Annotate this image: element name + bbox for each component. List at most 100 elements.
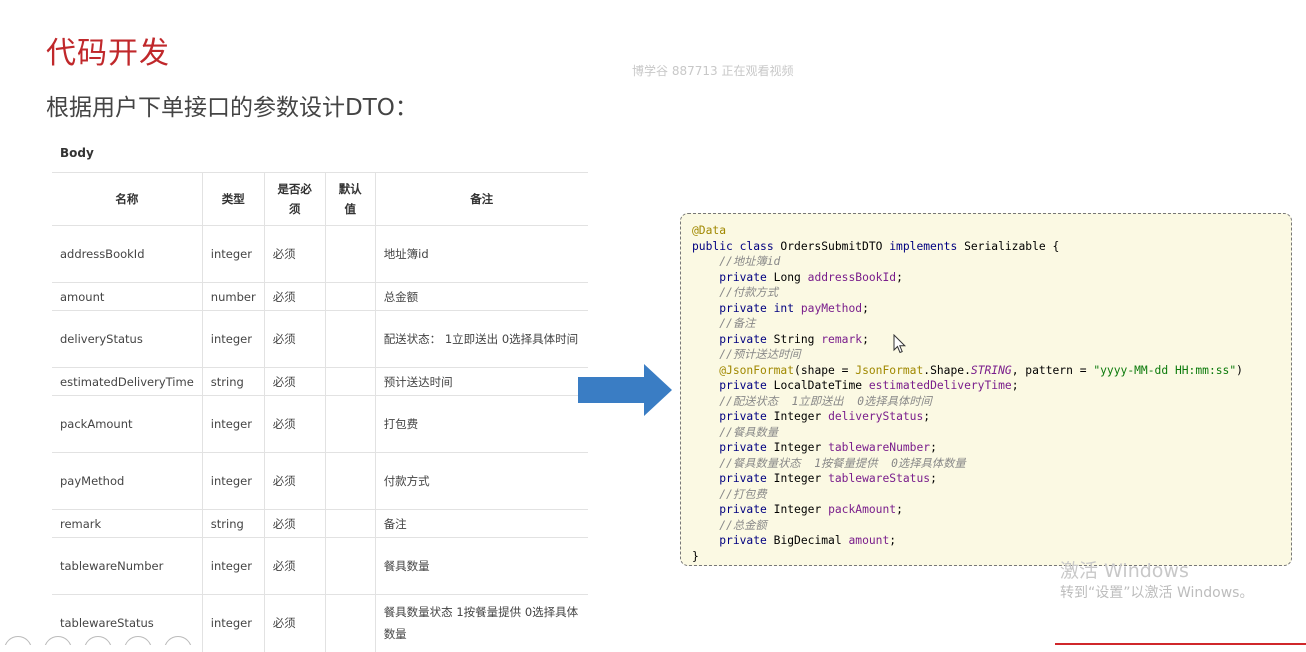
table-row: amount number 必须 总金额 (52, 282, 588, 311)
table-row: estimatedDeliveryTime string 必须 预计送达时间 (52, 367, 588, 396)
code-token: //付款方式 (719, 286, 779, 299)
code-token: "yyyy-MM-dd HH:mm:ss" (1093, 363, 1237, 377)
code-token: //餐具数量状态 1按餐量提供 0选择具体数量 (719, 456, 966, 470)
code-token: private (719, 534, 774, 547)
cell-required: 必须 (264, 395, 326, 453)
header-type: 类型 (202, 172, 265, 226)
cell-note: 预计送达时间 (375, 367, 588, 396)
code-token: , pattern = (1011, 363, 1094, 377)
body-section-label: Body (60, 146, 94, 160)
code-token: private (719, 332, 774, 346)
code-token: estimatedDeliveryTime (868, 379, 1012, 392)
cell-type: integer (202, 395, 265, 453)
cell-name: packAmount (52, 395, 203, 453)
code-snippet-box: @Data public class OrdersSubmitDTO imple… (680, 213, 1292, 566)
control-circle-icon[interactable] (164, 636, 192, 645)
cell-type: string (202, 367, 265, 396)
control-circle-icon[interactable] (44, 636, 72, 645)
right-arrow-icon (578, 364, 672, 416)
table-row: packAmount integer 必须 打包费 (52, 395, 588, 453)
code-token: //总金额 (719, 518, 767, 532)
code-token: private (719, 379, 774, 392)
cell-required: 必须 (264, 282, 326, 311)
table-row: payMethod integer 必须 付款方式 (52, 452, 588, 510)
control-circle-icon[interactable] (4, 636, 32, 645)
code-token: ; (930, 472, 937, 485)
code-token: OrdersSubmitDTO (780, 239, 890, 253)
code-token: JsonFormat (855, 363, 924, 377)
cell-default (325, 509, 376, 538)
mouse-cursor-icon (893, 334, 907, 354)
cell-type: integer (202, 537, 265, 595)
code-token: ; (923, 410, 931, 423)
code-token: //地址簿id (719, 255, 781, 268)
code-token: //预计送达时间 (719, 348, 801, 361)
cell-default (325, 282, 376, 311)
cell-note: 打包费 (375, 395, 588, 453)
header-required: 是否必须 (264, 172, 326, 226)
cell-type: string (202, 509, 265, 538)
viewer-watermark: 博学谷 887713 正在观看视频 (632, 64, 794, 78)
cell-default (325, 225, 376, 283)
code-token: tablewareNumber (828, 441, 931, 454)
cell-required: 必须 (264, 537, 326, 595)
cell-note: 餐具数量状态 1按餐量提供 0选择具体数量 (375, 594, 588, 652)
windows-activation-watermark: 激活 Windows (1060, 560, 1189, 582)
code-token: Integer (773, 503, 829, 516)
table-row: remark string 必须 备注 (52, 509, 588, 538)
cell-type: integer (202, 594, 265, 652)
code-token: Integer (773, 472, 829, 485)
code-token: deliveryStatus (828, 410, 924, 423)
code-token: ; (862, 332, 869, 346)
code-token: Long (773, 270, 808, 284)
slide-title: 代码开发 (46, 36, 170, 71)
table-row: deliveryStatus integer 必须 配送状态： 1立即送出 0选择具体… (52, 310, 588, 368)
code-token: LocalDateTime (773, 379, 869, 392)
cell-note: 付款方式 (375, 452, 588, 510)
code-token: BigDecimal (773, 534, 849, 547)
cell-name: addressBookId (52, 225, 203, 283)
code-token: ; (1011, 379, 1019, 392)
code-token: payMethod (800, 301, 863, 315)
code-token: String (773, 332, 822, 346)
code-token: //餐具数量 (719, 425, 779, 439)
cell-type: integer (202, 452, 265, 510)
cell-required: 必须 (264, 509, 326, 538)
code-token: amount (848, 534, 890, 547)
header-note: 备注 (375, 172, 588, 226)
code-token: tablewareStatus (828, 472, 931, 485)
cell-name: deliveryStatus (52, 310, 203, 368)
code-token: private (719, 410, 774, 423)
parameter-table: 名称 类型 是否必须 默认值 备注 addressBookId integer 必须… (52, 172, 588, 652)
control-circle-icon[interactable] (84, 636, 112, 645)
code-token: private (719, 472, 774, 485)
code-token: ; (896, 503, 903, 516)
code-token: //打包费 (719, 487, 767, 501)
cell-required: 必须 (264, 367, 326, 396)
cell-name: tablewareNumber (52, 537, 203, 595)
code-token: //配送状态 1立即送出 0选择具体时间 (719, 394, 932, 408)
table-header-row: 名称 类型 是否必须 默认值 备注 (52, 172, 588, 226)
table-row: addressBookId integer 必须 地址簿id (52, 225, 588, 283)
code-token: @Data (692, 224, 727, 237)
cell-type: integer (202, 225, 265, 283)
table-row: tablewareNumber integer 必须 餐具数量 (52, 537, 588, 595)
code-token: private int (719, 301, 801, 315)
code-token: remark (821, 332, 863, 346)
control-circle-icon[interactable] (124, 636, 152, 645)
cell-type: number (202, 282, 265, 311)
header-default: 默认值 (325, 172, 376, 226)
cell-required: 必须 (264, 310, 326, 368)
cell-note: 总金额 (375, 282, 588, 311)
windows-activation-hint: 转到“设置”以激活 Windows。 (1060, 585, 1254, 601)
